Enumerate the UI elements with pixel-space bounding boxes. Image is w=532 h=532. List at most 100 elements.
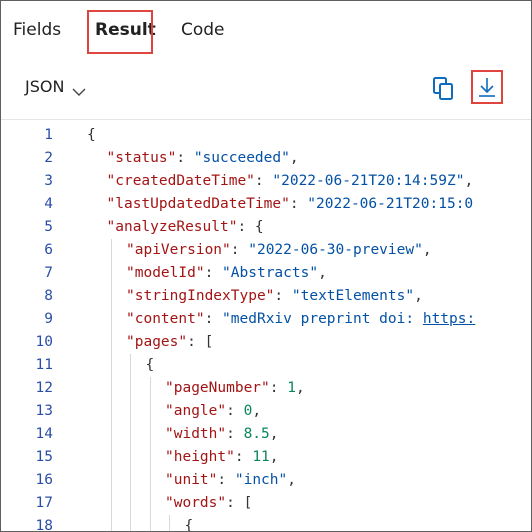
code-token: , — [464, 173, 474, 189]
line-number: 16 — [35, 472, 53, 488]
code-token: 0 — [243, 403, 253, 419]
code-line: 11 { — [1, 354, 531, 377]
code-token: , — [318, 265, 327, 281]
code-token: : — [230, 242, 249, 258]
code-token: : [ — [226, 495, 253, 511]
code-line: 8 "stringIndexType": "textElements", — [1, 285, 531, 308]
code-token: "pageNumber" — [165, 380, 270, 396]
code-token: https: — [422, 311, 476, 327]
code-line: 5 "analyzeResult": { — [1, 216, 531, 239]
code-token: "createdDateTime" — [106, 173, 255, 189]
code-token: "2022-06-21T20:14:59Z" — [272, 173, 465, 189]
code-text: "height": 11, — [165, 446, 279, 469]
format-dropdown-label: JSON — [25, 77, 65, 96]
code-token: : — [269, 380, 288, 396]
code-text: "content": "medRxiv preprint doi: https: — [126, 308, 475, 331]
code-token: "width" — [165, 426, 227, 442]
code-token: , — [295, 380, 305, 396]
tab-result[interactable]: Result — [95, 20, 156, 40]
code-token: "lastUpdatedDateTime" — [106, 196, 290, 212]
line-number: 11 — [35, 357, 53, 373]
code-text: "createdDateTime": "2022-06-21T20:14:59Z… — [107, 170, 474, 193]
code-token: : — [254, 173, 273, 189]
code-token: "content" — [126, 311, 205, 327]
code-token: "modelId" — [126, 265, 205, 281]
code-token: "height" — [165, 449, 235, 465]
code-line: 15 "height": 11, — [1, 446, 531, 469]
code-line: 7 "modelId": "Abstracts", — [1, 262, 531, 285]
code-token: "analyzeResult" — [106, 219, 238, 235]
json-code-viewer[interactable]: 1{2 "status": "succeeded", 3 "createdDateTi… — [1, 119, 531, 532]
code-text: "modelId": "Abstracts", — [126, 262, 327, 285]
format-dropdown[interactable]: JSON — [25, 77, 86, 96]
code-token: { — [184, 518, 194, 532]
tab-code[interactable]: Code — [181, 20, 225, 40]
code-token: : — [204, 265, 223, 281]
code-text: "analyzeResult": { — [107, 216, 264, 239]
code-token: , — [422, 242, 432, 258]
code-text: { — [184, 515, 194, 532]
code-token: , — [287, 472, 296, 488]
line-number: 7 — [44, 265, 53, 281]
code-text: "angle": 0, — [165, 400, 261, 423]
code-token: { — [145, 357, 155, 373]
code-token: "2022-06-21T20:15:0 — [307, 196, 474, 212]
code-token: , — [289, 150, 299, 166]
code-token: : — [274, 288, 292, 304]
code-line: 14 "width": 8.5, — [1, 423, 531, 446]
line-number: 12 — [35, 380, 53, 396]
code-token: : — [176, 150, 194, 166]
code-token: : — [226, 403, 244, 419]
code-token: "Abstracts" — [222, 265, 319, 281]
code-text: "unit": "inch", — [165, 469, 296, 492]
line-number: 5 — [44, 219, 53, 235]
code-text: "width": 8.5, — [165, 423, 279, 446]
code-line: 9 "content": "medRxiv preprint doi: https… — [1, 308, 531, 331]
line-number: 9 — [44, 311, 53, 327]
code-text: "pages": [ — [126, 331, 213, 354]
code-token: "inch" — [234, 472, 288, 488]
code-token: : { — [237, 219, 264, 235]
code-line: 3 "createdDateTime": "2022-06-21T20:14:59… — [1, 170, 531, 193]
code-text: "apiVersion": "2022-06-30-preview", — [126, 239, 432, 262]
code-token: 11 — [252, 449, 270, 465]
code-token: , — [269, 449, 279, 465]
code-token: "pages" — [126, 334, 188, 350]
code-token: 8.5 — [243, 426, 270, 442]
code-text: { — [87, 124, 96, 147]
code-token: "unit" — [165, 472, 218, 488]
code-line: 17 "words": [ — [1, 492, 531, 515]
code-text: { — [146, 354, 155, 377]
code-line: 1{ — [1, 124, 531, 147]
code-token: "angle" — [165, 403, 227, 419]
code-token: "medRxiv preprint doi: — [222, 311, 423, 327]
line-number: 14 — [35, 426, 53, 442]
line-number: 3 — [44, 173, 53, 189]
code-line: 6 "apiVersion": "2022-06-30-preview", — [1, 239, 531, 262]
tab-fields[interactable]: Fields — [13, 20, 61, 40]
code-text: "lastUpdatedDateTime": "2022-06-21T20:15… — [107, 193, 474, 216]
code-token: "stringIndexType" — [126, 288, 275, 304]
code-token: , — [414, 288, 423, 304]
copy-button[interactable] — [429, 73, 459, 103]
line-number: 10 — [35, 334, 53, 350]
code-text: "stringIndexType": "textElements", — [126, 285, 423, 308]
code-line: 16 "unit": "inch", — [1, 469, 531, 492]
download-button[interactable] — [475, 75, 499, 99]
code-token: : — [204, 311, 223, 327]
code-token: : — [289, 196, 308, 212]
line-number: 8 — [44, 288, 53, 304]
code-line: 12 "pageNumber": 1, — [1, 377, 531, 400]
line-number: 6 — [44, 242, 53, 258]
code-line: 4 "lastUpdatedDateTime": "2022-06-21T20:1… — [1, 193, 531, 216]
code-token: "textElements" — [291, 288, 415, 304]
line-number: 1 — [44, 127, 53, 143]
result-panel: Fields Result Code JSON 1{2 "status": "su… — [0, 0, 532, 532]
copy-icon — [429, 77, 459, 107]
line-number: 2 — [44, 150, 53, 166]
code-token: : — [226, 426, 244, 442]
code-line: 13 "angle": 0, — [1, 400, 531, 423]
line-number: 17 — [35, 495, 53, 511]
code-token: , — [252, 403, 262, 419]
download-icon — [475, 78, 499, 103]
